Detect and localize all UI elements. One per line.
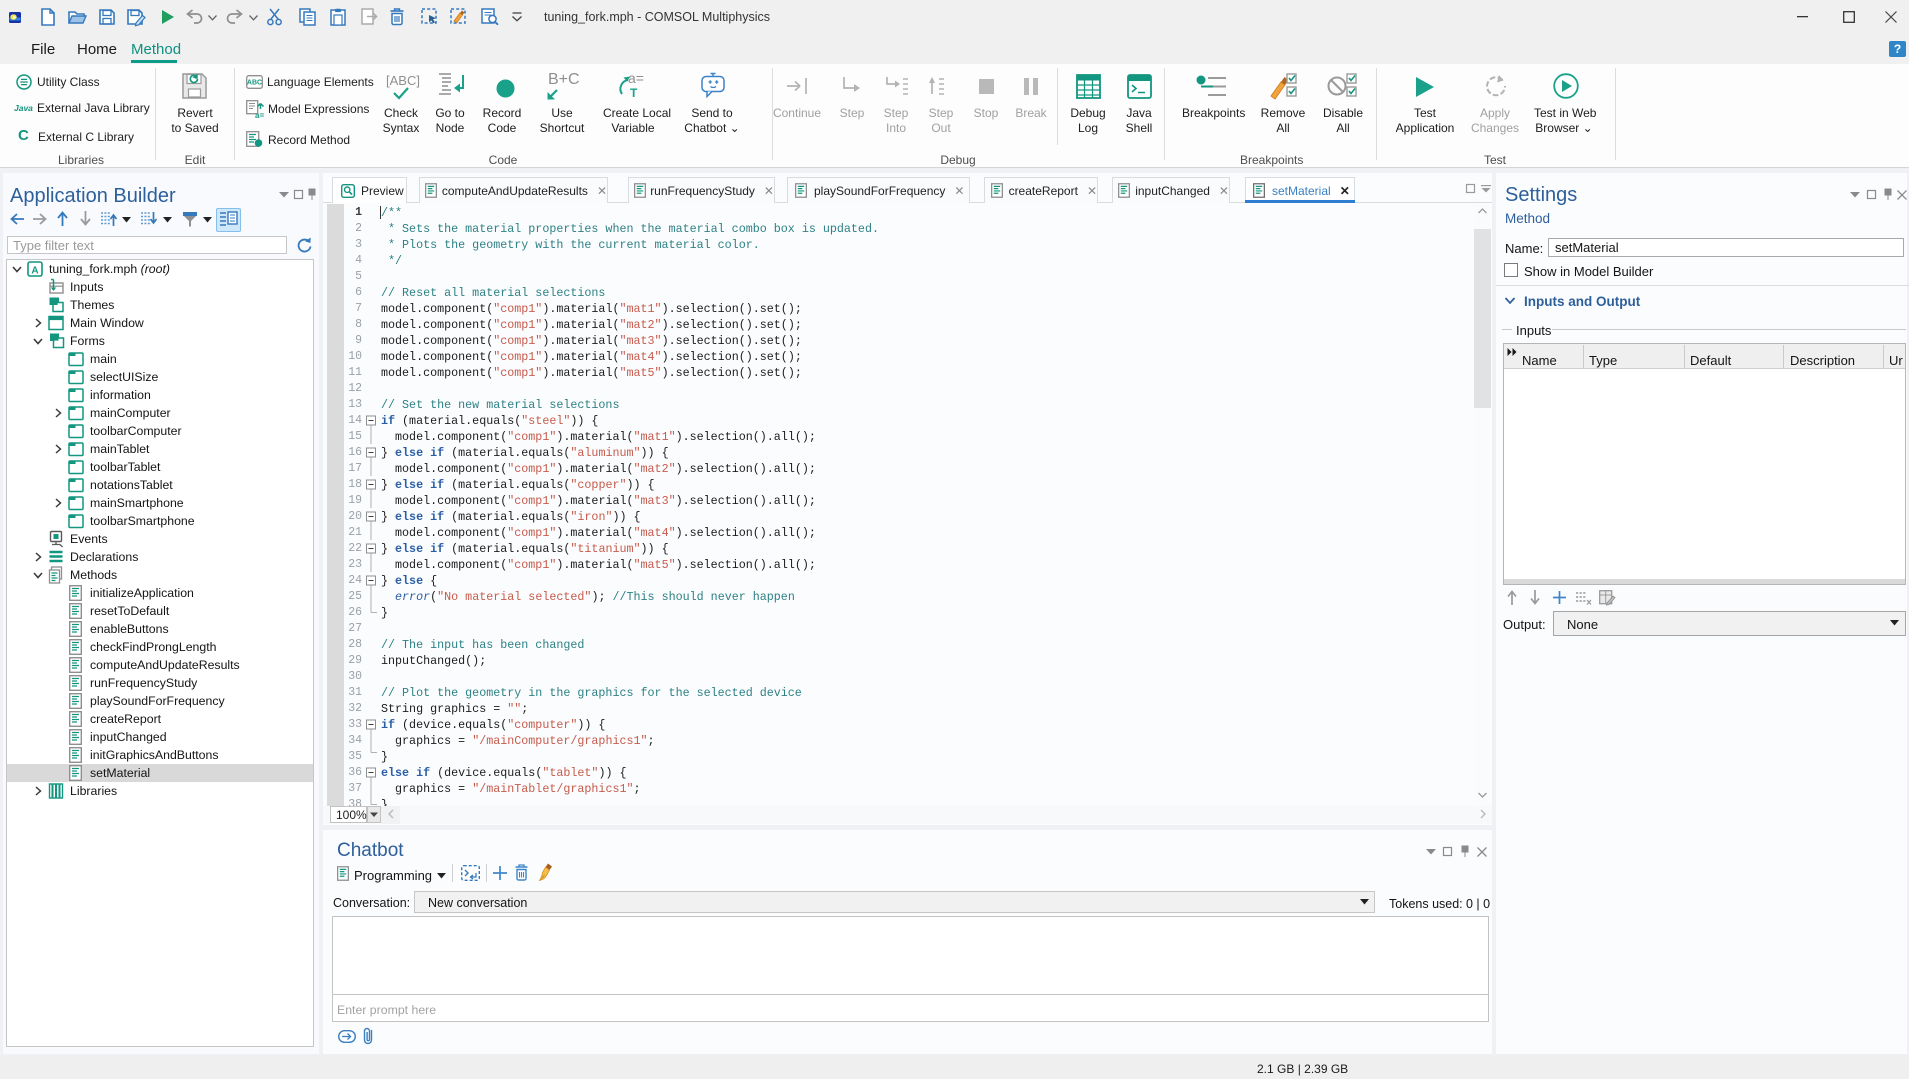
svg-text:ABC: ABC	[247, 80, 262, 87]
svg-text:a=: a=	[255, 111, 264, 120]
svg-text:T: T	[630, 86, 638, 100]
svg-text:A: A	[31, 266, 38, 277]
